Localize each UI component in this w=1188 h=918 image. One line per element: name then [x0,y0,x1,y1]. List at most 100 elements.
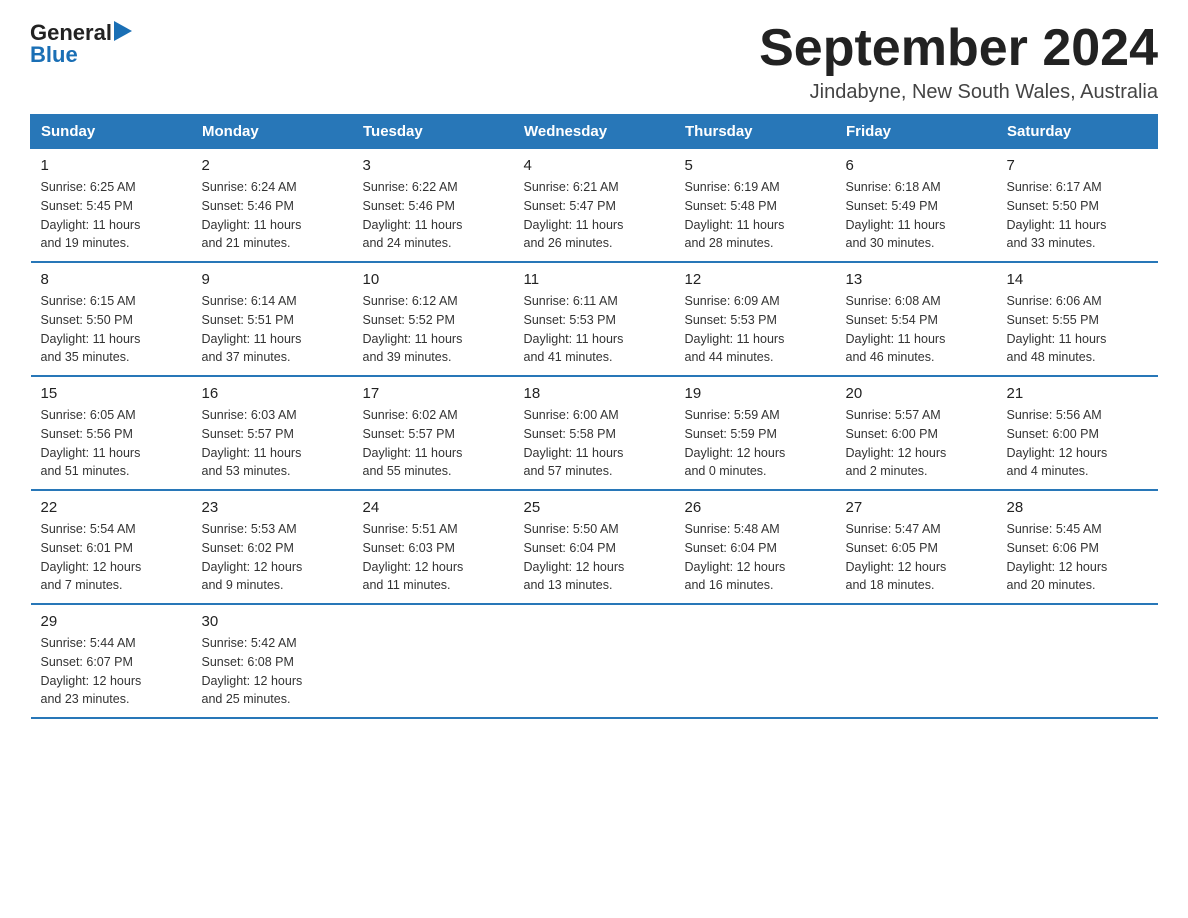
day-header-thursday: Thursday [675,115,836,149]
day-number: 6 [846,157,987,174]
calendar-cell: 20Sunrise: 5:57 AMSunset: 6:00 PMDayligh… [836,376,997,490]
calendar-cell: 19Sunrise: 5:59 AMSunset: 5:59 PMDayligh… [675,376,836,490]
logo-triangle-icon [114,21,132,41]
calendar-cell: 28 Sunrise: 5:45 AMSunset: 6:06 PMDayligh… [997,490,1158,604]
calendar-title: September 2024 [759,20,1158,77]
day-number: 14 [1007,271,1148,288]
calendar-cell: 18 Sunrise: 6:00 AMSunset: 5:58 PMDayligh… [514,376,675,490]
day-info: Sunrise: 6:19 AMSunset: 5:48 PMDaylight:… [685,178,826,253]
day-number: 12 [685,271,826,288]
day-info: Sunrise: 6:22 AMSunset: 5:46 PMDaylight:… [363,178,504,253]
day-number: 17 [363,385,504,402]
calendar-cell: 5 Sunrise: 6:19 AMSunset: 5:48 PMDaylight… [675,149,836,263]
day-number: 1 [41,157,182,174]
calendar-subtitle: Jindabyne, New South Wales, Australia [759,81,1158,104]
day-info: Sunrise: 6:21 AMSunset: 5:47 PMDaylight:… [524,178,665,253]
day-info: Sunrise: 6:03 AMSunset: 5:57 PMDaylight:… [202,406,343,481]
day-number: 21 [1007,385,1148,402]
calendar-cell [836,604,997,718]
calendar-cell: 1 Sunrise: 6:25 AMSunset: 5:45 PMDaylight… [31,149,192,263]
day-info: Sunrise: 6:14 AMSunset: 5:51 PMDaylight:… [202,292,343,367]
day-info: Sunrise: 5:56 AMSunset: 6:00 PMDaylight:… [1007,406,1148,481]
day-number: 2 [202,157,343,174]
day-info: Sunrise: 6:09 AMSunset: 5:53 PMDaylight:… [685,292,826,367]
calendar-cell [675,604,836,718]
calendar-cell: 2 Sunrise: 6:24 AMSunset: 5:46 PMDaylight… [192,149,353,263]
day-number: 3 [363,157,504,174]
day-header-tuesday: Tuesday [353,115,514,149]
calendar-cell: 27 Sunrise: 5:47 AMSunset: 6:05 PMDayligh… [836,490,997,604]
day-number: 7 [1007,157,1148,174]
calendar-cell: 24 Sunrise: 5:51 AMSunset: 6:03 PMDayligh… [353,490,514,604]
day-number: 28 [1007,499,1148,516]
calendar-cell [514,604,675,718]
day-number: 26 [685,499,826,516]
day-number: 30 [202,613,343,630]
calendar-cell: 9 Sunrise: 6:14 AMSunset: 5:51 PMDaylight… [192,262,353,376]
day-number: 18 [524,385,665,402]
day-header-saturday: Saturday [997,115,1158,149]
day-header-wednesday: Wednesday [514,115,675,149]
calendar-cell [353,604,514,718]
day-info: Sunrise: 6:11 AMSunset: 5:53 PMDaylight:… [524,292,665,367]
day-header-sunday: Sunday [31,115,192,149]
day-info: Sunrise: 5:57 AMSunset: 6:00 PMDaylight:… [846,406,987,481]
day-info: Sunrise: 5:50 AMSunset: 6:04 PMDaylight:… [524,520,665,595]
day-number: 4 [524,157,665,174]
day-info: Sunrise: 6:02 AMSunset: 5:57 PMDaylight:… [363,406,504,481]
day-info: Sunrise: 5:47 AMSunset: 6:05 PMDaylight:… [846,520,987,595]
day-info: Sunrise: 5:42 AMSunset: 6:08 PMDaylight:… [202,634,343,709]
calendar-cell: 25 Sunrise: 5:50 AMSunset: 6:04 PMDayligh… [514,490,675,604]
day-number: 25 [524,499,665,516]
calendar-table: SundayMondayTuesdayWednesdayThursdayFrid… [30,114,1158,719]
calendar-week-row: 29 Sunrise: 5:44 AMSunset: 6:07 PMDayligh… [31,604,1158,718]
calendar-cell: 21 Sunrise: 5:56 AMSunset: 6:00 PMDayligh… [997,376,1158,490]
day-number: 9 [202,271,343,288]
day-info: Sunrise: 6:15 AMSunset: 5:50 PMDaylight:… [41,292,182,367]
calendar-cell: 22Sunrise: 5:54 AMSunset: 6:01 PMDayligh… [31,490,192,604]
day-info: Sunrise: 6:18 AMSunset: 5:49 PMDaylight:… [846,178,987,253]
calendar-cell: 12 Sunrise: 6:09 AMSunset: 5:53 PMDayligh… [675,262,836,376]
calendar-cell: 11 Sunrise: 6:11 AMSunset: 5:53 PMDayligh… [514,262,675,376]
day-info: Sunrise: 6:24 AMSunset: 5:46 PMDaylight:… [202,178,343,253]
calendar-cell: 26Sunrise: 5:48 AMSunset: 6:04 PMDayligh… [675,490,836,604]
calendar-cell: 14Sunrise: 6:06 AMSunset: 5:55 PMDayligh… [997,262,1158,376]
calendar-cell: 16 Sunrise: 6:03 AMSunset: 5:57 PMDayligh… [192,376,353,490]
day-header-friday: Friday [836,115,997,149]
day-info: Sunrise: 6:05 AMSunset: 5:56 PMDaylight:… [41,406,182,481]
day-info: Sunrise: 5:44 AMSunset: 6:07 PMDaylight:… [41,634,182,709]
page-header: General Blue September 2024 Jindabyne, N… [30,20,1158,104]
calendar-week-row: 22Sunrise: 5:54 AMSunset: 6:01 PMDayligh… [31,490,1158,604]
calendar-cell: 7 Sunrise: 6:17 AMSunset: 5:50 PMDaylight… [997,149,1158,263]
day-number: 23 [202,499,343,516]
day-info: Sunrise: 5:51 AMSunset: 6:03 PMDaylight:… [363,520,504,595]
calendar-week-row: 1 Sunrise: 6:25 AMSunset: 5:45 PMDaylight… [31,149,1158,263]
day-info: Sunrise: 5:45 AMSunset: 6:06 PMDaylight:… [1007,520,1148,595]
calendar-cell: 15Sunrise: 6:05 AMSunset: 5:56 PMDayligh… [31,376,192,490]
day-number: 8 [41,271,182,288]
day-info: Sunrise: 5:54 AMSunset: 6:01 PMDaylight:… [41,520,182,595]
calendar-cell: 3 Sunrise: 6:22 AMSunset: 5:46 PMDaylight… [353,149,514,263]
day-info: Sunrise: 6:17 AMSunset: 5:50 PMDaylight:… [1007,178,1148,253]
calendar-cell: 23 Sunrise: 5:53 AMSunset: 6:02 PMDayligh… [192,490,353,604]
calendar-week-row: 8 Sunrise: 6:15 AMSunset: 5:50 PMDaylight… [31,262,1158,376]
day-number: 27 [846,499,987,516]
day-info: Sunrise: 6:25 AMSunset: 5:45 PMDaylight:… [41,178,182,253]
calendar-cell: 8 Sunrise: 6:15 AMSunset: 5:50 PMDaylight… [31,262,192,376]
day-number: 29 [41,613,182,630]
calendar-cell: 4 Sunrise: 6:21 AMSunset: 5:47 PMDaylight… [514,149,675,263]
calendar-cell: 17 Sunrise: 6:02 AMSunset: 5:57 PMDayligh… [353,376,514,490]
day-info: Sunrise: 6:00 AMSunset: 5:58 PMDaylight:… [524,406,665,481]
title-block: September 2024 Jindabyne, New South Wale… [759,20,1158,104]
day-number: 24 [363,499,504,516]
day-info: Sunrise: 5:59 AMSunset: 5:59 PMDaylight:… [685,406,826,481]
day-number: 16 [202,385,343,402]
calendar-cell: 10Sunrise: 6:12 AMSunset: 5:52 PMDayligh… [353,262,514,376]
calendar-header-row: SundayMondayTuesdayWednesdayThursdayFrid… [31,115,1158,149]
day-number: 10 [363,271,504,288]
day-number: 11 [524,271,665,288]
calendar-cell [997,604,1158,718]
calendar-cell: 6 Sunrise: 6:18 AMSunset: 5:49 PMDaylight… [836,149,997,263]
day-number: 5 [685,157,826,174]
day-info: Sunrise: 5:53 AMSunset: 6:02 PMDaylight:… [202,520,343,595]
